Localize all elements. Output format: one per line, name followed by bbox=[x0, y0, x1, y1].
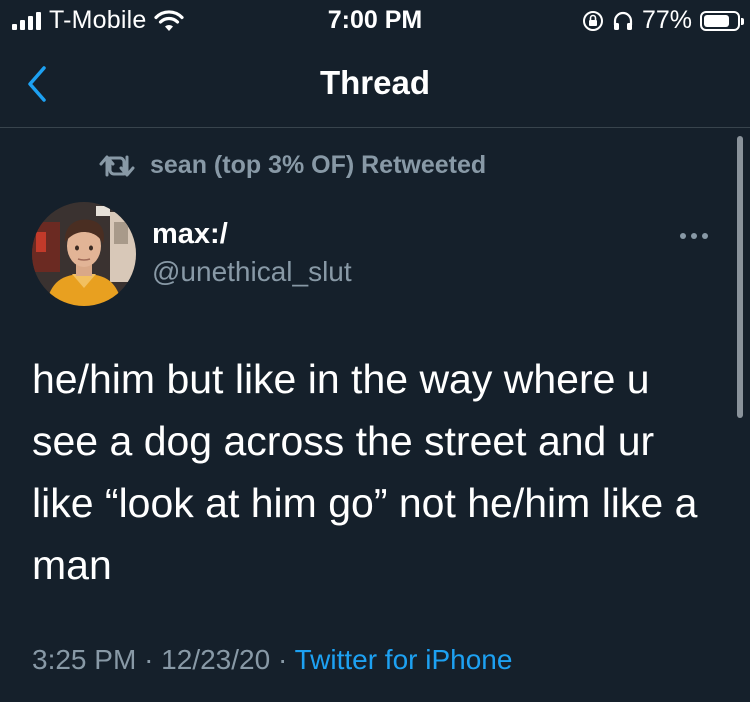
tweet-text: he/him but like in the way where u see a… bbox=[32, 356, 698, 588]
tweet-date: 12/23/20 bbox=[161, 644, 271, 675]
orientation-lock-icon bbox=[582, 10, 603, 31]
status-bar-right: 77% bbox=[582, 6, 744, 35]
retweet-context[interactable]: sean (top 3% OF) Retweeted bbox=[98, 151, 486, 180]
meta-separator: · bbox=[277, 644, 288, 675]
battery-percent: 77% bbox=[641, 6, 692, 34]
headphones-icon bbox=[613, 11, 633, 30]
meta-separator: · bbox=[144, 644, 154, 675]
twitter-thread-screen: T-Mobile 7:00 PM 77% Thread sean (top 3%… bbox=[0, 0, 750, 702]
scrollbar[interactable] bbox=[737, 136, 743, 418]
status-bar: T-Mobile 7:00 PM 77% bbox=[0, 0, 750, 40]
battery-fill bbox=[704, 14, 729, 27]
tweet-time: 3:25 PM bbox=[32, 644, 137, 675]
retweeted-by-label: sean (top 3% OF) Retweeted bbox=[150, 151, 487, 179]
nav-header: Thread bbox=[0, 40, 750, 128]
more-dot-icon bbox=[691, 233, 697, 239]
battery-icon bbox=[700, 10, 744, 31]
more-dot-icon bbox=[680, 233, 686, 239]
more-options-button[interactable] bbox=[680, 226, 720, 246]
avatar-image bbox=[32, 202, 136, 306]
retweet-icon bbox=[99, 155, 135, 176]
tweet-source-link[interactable]: Twitter for iPhone bbox=[295, 644, 513, 675]
battery-nub bbox=[741, 17, 744, 25]
more-dot-icon bbox=[702, 233, 708, 239]
avatar[interactable] bbox=[32, 202, 136, 306]
page-title: Thread bbox=[319, 64, 431, 101]
author-name[interactable]: max:/ bbox=[152, 218, 228, 251]
author-handle[interactable]: @unethical_slut bbox=[152, 256, 352, 288]
tweet-meta: 3:25 PM · 12/23/20 · Twitter for iPhone bbox=[32, 644, 512, 676]
